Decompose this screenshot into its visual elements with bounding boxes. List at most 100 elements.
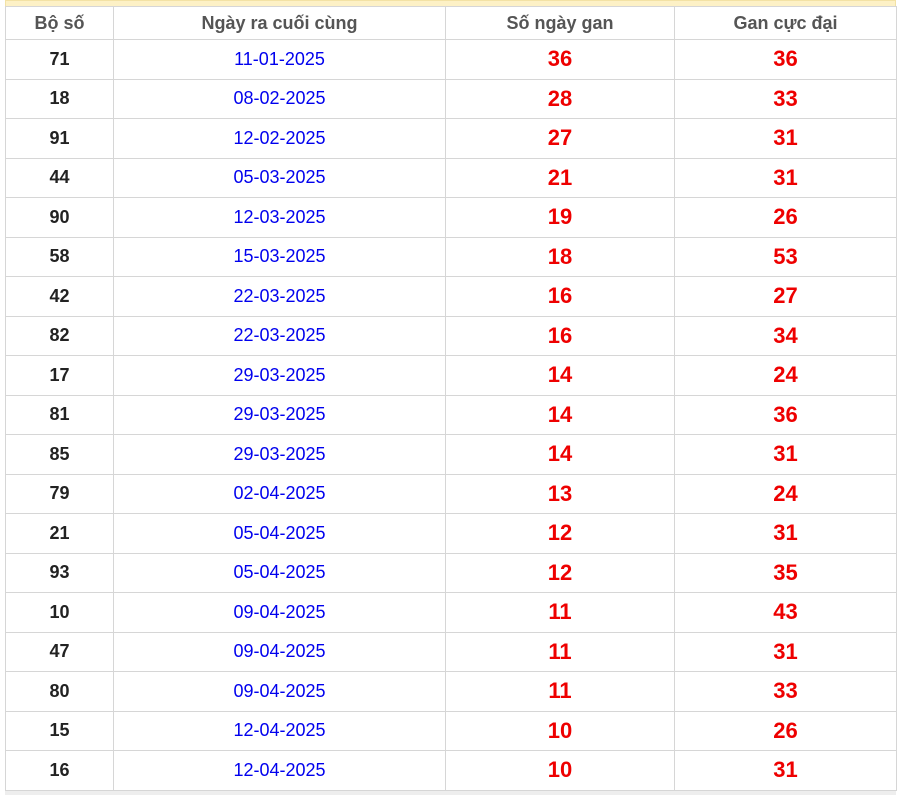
cell-bo-so: 15 (5, 710, 114, 751)
cell-bo-so: 79 (5, 473, 114, 514)
cell-ngay-ra-cuoi-cung: 22-03-2025 (113, 276, 446, 317)
cell-so-ngay-gan: 11 (445, 592, 675, 633)
cell-gan-cuc-dai: 43 (674, 592, 897, 633)
cell-gan-cuc-dai: 24 (674, 473, 897, 514)
cell-ngay-ra-cuoi-cung: 22-03-2025 (113, 315, 446, 356)
header-so-ngay-gan: Số ngày gan (445, 6, 675, 40)
cell-so-ngay-gan: 27 (445, 118, 675, 159)
cell-ngay-ra-cuoi-cung: 29-03-2025 (113, 394, 446, 435)
table-row: 80 09-04-2025 11 33 (5, 671, 897, 712)
table-row: 71 11-01-2025 36 36 (5, 39, 897, 80)
cell-bo-so: 93 (5, 552, 114, 593)
cell-gan-cuc-dai: 26 (674, 710, 897, 751)
cell-so-ngay-gan: 36 (445, 39, 675, 80)
cell-so-ngay-gan: 13 (445, 473, 675, 514)
cell-bo-so: 58 (5, 236, 114, 277)
cell-gan-cuc-dai: 31 (674, 750, 897, 791)
header-row: Bộ số Ngày ra cuối cùng Số ngày gan Gan … (5, 6, 897, 40)
cell-gan-cuc-dai: 31 (674, 157, 897, 198)
table-row: 44 05-03-2025 21 31 (5, 157, 897, 198)
table-row: 82 22-03-2025 16 34 (5, 315, 897, 356)
cell-bo-so: 80 (5, 671, 114, 712)
cell-bo-so: 16 (5, 750, 114, 791)
cell-ngay-ra-cuoi-cung: 02-04-2025 (113, 473, 446, 514)
cell-gan-cuc-dai: 53 (674, 236, 897, 277)
cell-bo-so: 47 (5, 631, 114, 672)
table-header: Bộ số Ngày ra cuối cùng Số ngày gan Gan … (5, 6, 897, 40)
cell-gan-cuc-dai: 24 (674, 355, 897, 396)
cell-ngay-ra-cuoi-cung: 09-04-2025 (113, 592, 446, 633)
cell-gan-cuc-dai: 33 (674, 671, 897, 712)
cell-ngay-ra-cuoi-cung: 08-02-2025 (113, 78, 446, 119)
cell-so-ngay-gan: 19 (445, 197, 675, 238)
gan-statistics-table: Bộ số Ngày ra cuối cùng Số ngày gan Gan … (5, 6, 897, 791)
cell-ngay-ra-cuoi-cung: 09-04-2025 (113, 671, 446, 712)
cell-so-ngay-gan: 11 (445, 631, 675, 672)
table-row: 42 22-03-2025 16 27 (5, 276, 897, 317)
cell-ngay-ra-cuoi-cung: 05-04-2025 (113, 513, 446, 554)
header-ngay-ra-cuoi-cung: Ngày ra cuối cùng (113, 6, 446, 40)
cell-ngay-ra-cuoi-cung: 05-03-2025 (113, 157, 446, 198)
cell-gan-cuc-dai: 34 (674, 315, 897, 356)
cell-ngay-ra-cuoi-cung: 05-04-2025 (113, 552, 446, 593)
cell-bo-so: 10 (5, 592, 114, 633)
cell-so-ngay-gan: 14 (445, 394, 675, 435)
cell-so-ngay-gan: 16 (445, 315, 675, 356)
table-body: 71 11-01-2025 36 36 18 08-02-2025 28 33 91 12-02-… (5, 39, 897, 791)
cell-bo-so: 44 (5, 157, 114, 198)
cell-ngay-ra-cuoi-cung: 09-04-2025 (113, 631, 446, 672)
cell-gan-cuc-dai: 31 (674, 434, 897, 475)
table-row: 85 29-03-2025 14 31 (5, 434, 897, 475)
cell-ngay-ra-cuoi-cung: 29-03-2025 (113, 355, 446, 396)
header-gan-cuc-dai: Gan cực đại (674, 6, 897, 40)
cell-bo-so: 17 (5, 355, 114, 396)
gan-table-container: Bộ số Ngày ra cuối cùng Số ngày gan Gan … (5, 0, 897, 795)
cell-ngay-ra-cuoi-cung: 11-01-2025 (113, 39, 446, 80)
cell-ngay-ra-cuoi-cung: 29-03-2025 (113, 434, 446, 475)
cell-so-ngay-gan: 16 (445, 276, 675, 317)
cell-bo-so: 90 (5, 197, 114, 238)
table-row: 21 05-04-2025 12 31 (5, 513, 897, 554)
cell-so-ngay-gan: 14 (445, 434, 675, 475)
cell-bo-so: 81 (5, 394, 114, 435)
cell-gan-cuc-dai: 35 (674, 552, 897, 593)
cell-so-ngay-gan: 10 (445, 710, 675, 751)
table-row: 17 29-03-2025 14 24 (5, 355, 897, 396)
cell-ngay-ra-cuoi-cung: 12-03-2025 (113, 197, 446, 238)
cell-so-ngay-gan: 18 (445, 236, 675, 277)
cell-so-ngay-gan: 21 (445, 157, 675, 198)
cell-so-ngay-gan: 14 (445, 355, 675, 396)
cell-bo-so: 42 (5, 276, 114, 317)
cell-ngay-ra-cuoi-cung: 15-03-2025 (113, 236, 446, 277)
cell-gan-cuc-dai: 36 (674, 39, 897, 80)
cell-gan-cuc-dai: 33 (674, 78, 897, 119)
header-bo-so: Bộ số (5, 6, 114, 40)
cell-so-ngay-gan: 12 (445, 552, 675, 593)
cell-ngay-ra-cuoi-cung: 12-04-2025 (113, 710, 446, 751)
table-row: 93 05-04-2025 12 35 (5, 552, 897, 593)
table-row: 79 02-04-2025 13 24 (5, 473, 897, 514)
cell-ngay-ra-cuoi-cung: 12-04-2025 (113, 750, 446, 791)
table-row: 81 29-03-2025 14 36 (5, 394, 897, 435)
table-row: 18 08-02-2025 28 33 (5, 78, 897, 119)
cell-gan-cuc-dai: 31 (674, 118, 897, 159)
table-row: 47 09-04-2025 11 31 (5, 631, 897, 672)
cell-so-ngay-gan: 12 (445, 513, 675, 554)
table-row: 15 12-04-2025 10 26 (5, 710, 897, 751)
cell-so-ngay-gan: 11 (445, 671, 675, 712)
cell-so-ngay-gan: 28 (445, 78, 675, 119)
cell-bo-so: 21 (5, 513, 114, 554)
table-row: 91 12-02-2025 27 31 (5, 118, 897, 159)
table-row: 16 12-04-2025 10 31 (5, 750, 897, 791)
cell-gan-cuc-dai: 31 (674, 631, 897, 672)
cell-ngay-ra-cuoi-cung: 12-02-2025 (113, 118, 446, 159)
cell-gan-cuc-dai: 27 (674, 276, 897, 317)
cell-bo-so: 91 (5, 118, 114, 159)
cell-bo-so: 18 (5, 78, 114, 119)
table-row: 10 09-04-2025 11 43 (5, 592, 897, 633)
cell-bo-so: 71 (5, 39, 114, 80)
cell-gan-cuc-dai: 26 (674, 197, 897, 238)
cell-bo-so: 85 (5, 434, 114, 475)
cell-gan-cuc-dai: 36 (674, 394, 897, 435)
table-bottom-bar (5, 790, 896, 795)
